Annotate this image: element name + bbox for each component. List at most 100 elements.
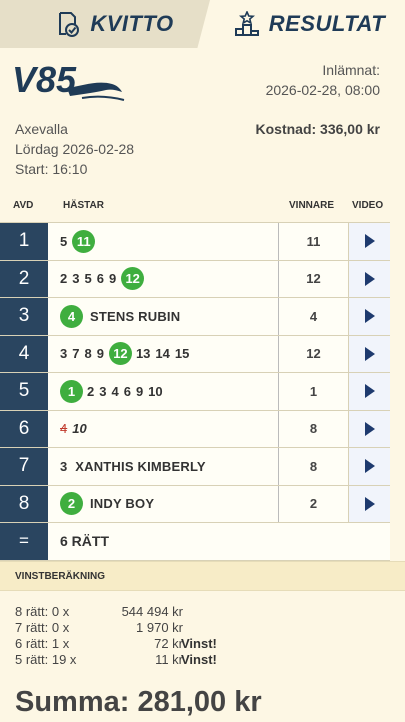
avd-number: 3 <box>0 298 48 335</box>
winner-number: 11 <box>278 223 348 260</box>
track-name: Axevalla <box>15 121 68 137</box>
horse-number: 6 <box>123 383 131 399</box>
horse-name: INDY BOY <box>90 496 155 512</box>
winnings-note: Vinst! <box>181 636 217 651</box>
horse-number: 3 <box>99 383 107 399</box>
play-icon <box>364 496 375 511</box>
horse-number: 5 <box>60 233 68 249</box>
table-row: 3 4 STENS RUBIN 4 <box>0 298 390 336</box>
table-row: 5 1 2 3 4 6 9 10 1 <box>0 373 390 411</box>
winner-number: 12 <box>278 335 348 372</box>
table-row: 8 2 INDY BOY 2 <box>0 485 390 523</box>
play-icon <box>364 384 375 399</box>
avd-number: 2 <box>0 260 48 297</box>
winner-badge: 2 <box>60 492 83 516</box>
video-play-button[interactable] <box>348 335 390 372</box>
winner-badge: 4 <box>60 304 83 328</box>
table-row: 4 3 7 8 9 12 13 14 15 12 <box>0 335 390 373</box>
selected-horses: 3 XANTHIS KIMBERLY <box>60 448 206 485</box>
table-row: 1 5 11 11 <box>0 223 390 261</box>
winnings-amount: 1 970 kr <box>136 620 183 635</box>
tab-kvitto[interactable]: KVITTO <box>30 0 200 48</box>
table-header: AVD HÄSTAR VINNARE VIDEO <box>0 198 405 222</box>
horse-number: 14 <box>155 346 170 362</box>
horse-number: 5 <box>84 271 92 287</box>
winner-number: 8 <box>278 410 348 447</box>
horse-number: 9 <box>96 346 104 362</box>
column-header-vinnare: VINNARE <box>289 200 335 211</box>
winnings-label: 8 rätt: 0 x <box>15 604 70 619</box>
logo-text: V85 <box>12 59 77 100</box>
winner-badge: 1 <box>60 379 83 403</box>
correct-count: 6 RÄTT <box>60 533 109 550</box>
horse-number: 9 <box>135 383 144 399</box>
submitted-date: 2026-02-28, 08:00 <box>265 82 380 98</box>
selected-horses: 2 INDY BOY <box>60 486 154 523</box>
horse-number: 2 <box>87 383 95 399</box>
selected-horses: 1 2 3 4 6 9 10 <box>60 373 164 410</box>
avd-number: 4 <box>0 335 48 372</box>
horse-number: 13 <box>135 346 151 362</box>
winner-badge: 12 <box>108 342 132 366</box>
tab-bar: KVITTO RESULTAT <box>0 0 405 48</box>
horse-number: 6 <box>96 271 104 287</box>
horse-number: 9 <box>108 271 117 287</box>
winnings-row: 8 rätt: 0 x 544 494 kr <box>15 604 315 620</box>
horse-number: 3 <box>72 271 80 287</box>
play-icon <box>364 459 375 474</box>
winnings-amount: 544 494 kr <box>121 604 183 619</box>
horse-number: 2 <box>60 271 68 287</box>
video-play-button[interactable] <box>348 260 390 297</box>
start-time: Start: 16:10 <box>15 161 88 177</box>
scratched-horse-number: 4 <box>60 421 68 437</box>
table-row: 6 4 10 8 <box>0 410 390 448</box>
submitted-label: Inlämnat: <box>322 62 380 78</box>
podium-icon <box>234 11 259 36</box>
selected-horses: 5 11 <box>60 223 96 260</box>
winner-number: 1 <box>278 373 348 410</box>
table-row: 7 3 XANTHIS KIMBERLY 8 <box>0 448 390 486</box>
winnings-note: Vinst! <box>181 652 217 667</box>
video-play-button[interactable] <box>348 485 390 522</box>
video-play-button[interactable] <box>348 373 390 410</box>
winnings-label: 7 rätt: 0 x <box>15 620 70 635</box>
horse-number: 7 <box>72 346 80 362</box>
selected-horses: 3 7 8 9 12 13 14 15 <box>60 336 190 373</box>
cost: Kostnad: 336,00 kr <box>255 121 381 137</box>
play-icon <box>364 421 375 436</box>
play-icon <box>364 234 375 249</box>
video-play-button[interactable] <box>348 410 390 447</box>
race-date: Lördag 2026-02-28 <box>15 141 135 157</box>
play-icon <box>364 309 375 324</box>
equals-symbol: = <box>0 523 48 560</box>
video-play-button[interactable] <box>348 298 390 335</box>
horse-number: 3 <box>60 346 68 362</box>
ticket-header: V85 Inlämnat: 2026-02-28, 08:00 Axevalla… <box>0 48 405 198</box>
winnings-label: 6 rätt: 1 x <box>15 636 70 651</box>
avd-number: 6 <box>0 410 48 447</box>
avd-number: 7 <box>0 448 48 485</box>
horse-number: 8 <box>84 346 92 362</box>
winner-badge: 11 <box>72 229 96 253</box>
avd-number: 1 <box>0 223 48 260</box>
avd-number: 8 <box>0 485 48 522</box>
selected-horses: 4 10 <box>60 411 88 448</box>
winnings-title: VINSTBERÄKNING <box>15 570 106 582</box>
receipt-check-icon <box>59 12 80 37</box>
winnings-breakdown: 8 rätt: 0 x 544 494 kr 7 rätt: 0 x 1 970 kr… <box>15 604 315 668</box>
tab-resultat-label: RESULTAT <box>268 11 386 36</box>
play-icon <box>364 346 375 361</box>
winner-number: 12 <box>278 260 348 297</box>
winner-badge: 12 <box>121 267 145 291</box>
winner-number: 8 <box>278 448 348 485</box>
winnings-section-header: VINSTBERÄKNING <box>0 561 405 591</box>
winnings-row: 5 rätt: 19 x 11 kr Vinst! <box>15 652 315 668</box>
video-play-button[interactable] <box>348 223 390 260</box>
column-header-video: VIDEO <box>352 200 384 211</box>
play-icon <box>364 271 375 286</box>
selected-horses: 2 3 5 6 9 12 <box>60 261 145 298</box>
video-play-button[interactable] <box>348 448 390 485</box>
winner-number: 2 <box>278 485 348 522</box>
horse-name: STENS RUBIN <box>90 308 181 324</box>
tab-resultat[interactable]: RESULTAT <box>225 0 395 48</box>
